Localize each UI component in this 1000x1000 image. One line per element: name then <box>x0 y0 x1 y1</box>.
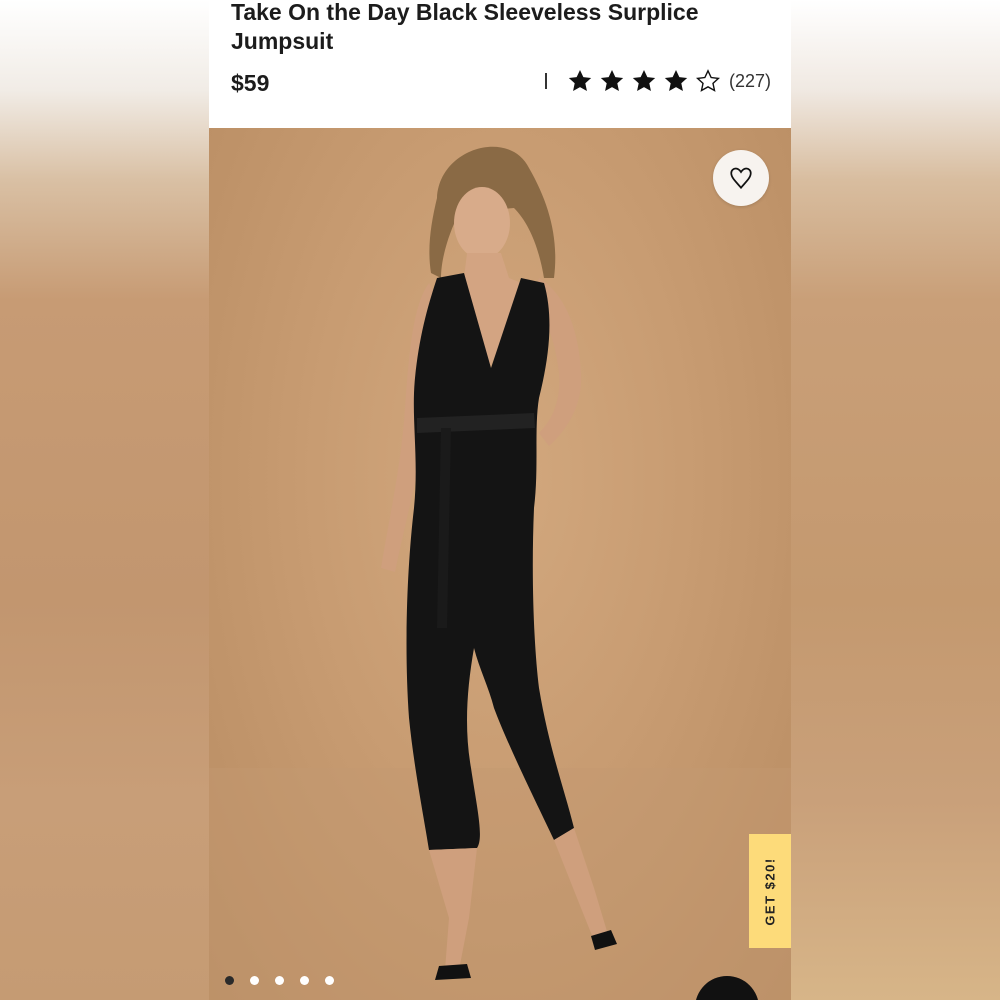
heart-icon <box>730 167 752 190</box>
pagination-dot[interactable] <box>325 976 334 985</box>
backdrop-right <box>791 0 1000 1000</box>
product-screen: Take On the Day Black Sleeveless Surplic… <box>209 0 791 1000</box>
image-pagination <box>225 976 334 985</box>
star-filled-icon <box>600 69 624 91</box>
favorite-button[interactable] <box>713 150 769 206</box>
backdrop-left <box>0 0 209 1000</box>
star-filled-icon <box>568 69 592 91</box>
pagination-dot-active[interactable] <box>225 976 234 985</box>
rating-summary[interactable]: (227) <box>545 66 771 96</box>
promo-label: GET $20! <box>762 856 778 926</box>
product-header: Take On the Day Black Sleeveless Surplic… <box>209 0 791 128</box>
star-outline-icon <box>695 69 720 92</box>
pagination-dot[interactable] <box>300 976 309 985</box>
promo-tab[interactable]: GET $20! <box>749 834 791 948</box>
review-count: (227) <box>728 70 771 91</box>
model-photo <box>209 146 791 1000</box>
product-title: Take On the Day Black Sleeveless Surplic… <box>231 0 699 54</box>
product-image[interactable]: GET $20! <box>209 128 791 1000</box>
pagination-dot[interactable] <box>275 976 284 985</box>
product-price: $59 <box>231 70 270 96</box>
divider <box>545 73 547 89</box>
pagination-dot[interactable] <box>250 976 259 985</box>
star-filled-icon <box>632 69 656 91</box>
star-filled-icon <box>664 69 688 91</box>
